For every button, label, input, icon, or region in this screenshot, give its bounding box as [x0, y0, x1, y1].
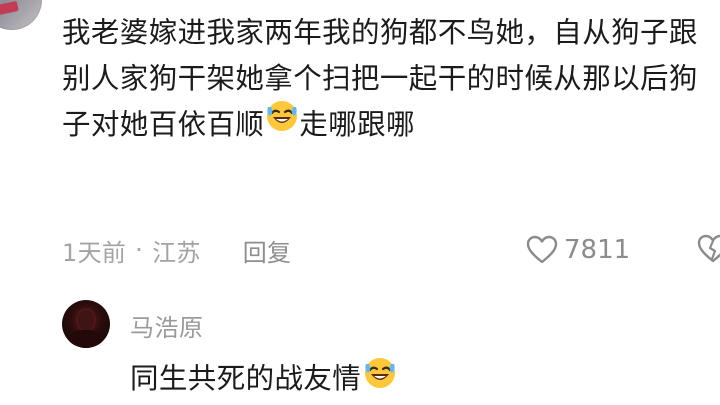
- comment-body: 我老婆嫁进我家两年我的狗都不鸟她，自从狗子跟别人家狗干架她拿个扫把一起干的时候从…: [62, 10, 712, 148]
- reply-user-avatar[interactable]: [62, 300, 110, 348]
- broken-heart-icon: [697, 234, 720, 263]
- comment-location: 江苏: [152, 238, 201, 267]
- rofl-emoji-icon: [265, 99, 299, 147]
- meta-separator: ·: [135, 236, 144, 264]
- reply-text: 同生共死的战友情: [130, 362, 362, 395]
- comment-time: 1天前: [62, 238, 127, 267]
- like-count: 7811: [564, 235, 631, 265]
- comment-line-4: 跟哪: [357, 108, 415, 141]
- avatar-detail: [0, 0, 19, 18]
- avatar-body: [70, 330, 102, 348]
- reply-body: 同生共死的战友情: [130, 356, 397, 397]
- comment-thread: 我老婆嫁进我家两年我的狗都不鸟她，自从狗子跟别人家狗干架她拿个扫把一起干的时候从…: [0, 0, 720, 405]
- comment-meta: 1天前 · 江苏 回复: [62, 230, 291, 270]
- heart-icon: [526, 235, 558, 264]
- like-button[interactable]: 7811: [526, 230, 630, 270]
- avatar-face: [78, 310, 94, 330]
- commenter-avatar[interactable]: [0, 0, 42, 30]
- reply-username[interactable]: 马浩原: [130, 308, 204, 343]
- comment-line-1: 我老婆嫁进我家两年我的狗都不鸟她，自: [62, 16, 583, 49]
- reply-button[interactable]: 回复: [243, 233, 292, 268]
- dislike-button[interactable]: [696, 233, 720, 267]
- rofl-emoji-icon: [363, 356, 397, 397]
- comment-line-3-part2: 走哪: [299, 108, 358, 141]
